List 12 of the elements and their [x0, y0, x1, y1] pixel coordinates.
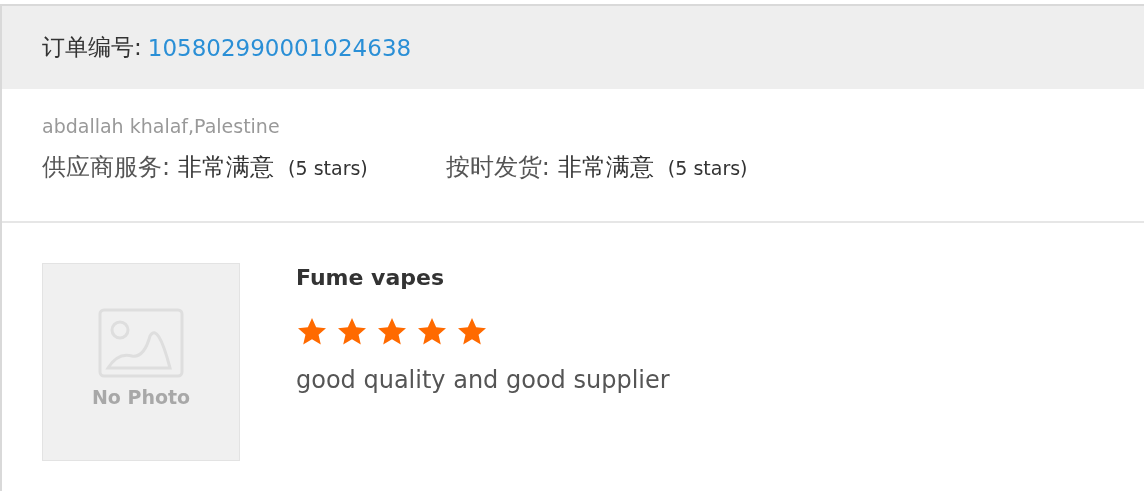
no-photo-text: No Photo — [91, 386, 191, 408]
rating-value: 非常满意 — [178, 152, 275, 183]
product-name: Fume vapes — [296, 265, 446, 290]
rating-label: 按时发货: — [445, 152, 550, 183]
review-comment: good quality and good supplier — [296, 366, 670, 394]
rating-note: (5 stars) — [667, 157, 748, 179]
rating-value: 非常满意 — [557, 152, 654, 183]
rating-label: 供应商服务: — [42, 152, 171, 183]
buyer-name: abdallah khalaf,Palestine — [42, 115, 281, 137]
rating-note: (5 stars) — [288, 157, 368, 179]
order-label: 订单编号: — [42, 33, 142, 62]
order-number: 105802990001024638 — [147, 34, 412, 61]
